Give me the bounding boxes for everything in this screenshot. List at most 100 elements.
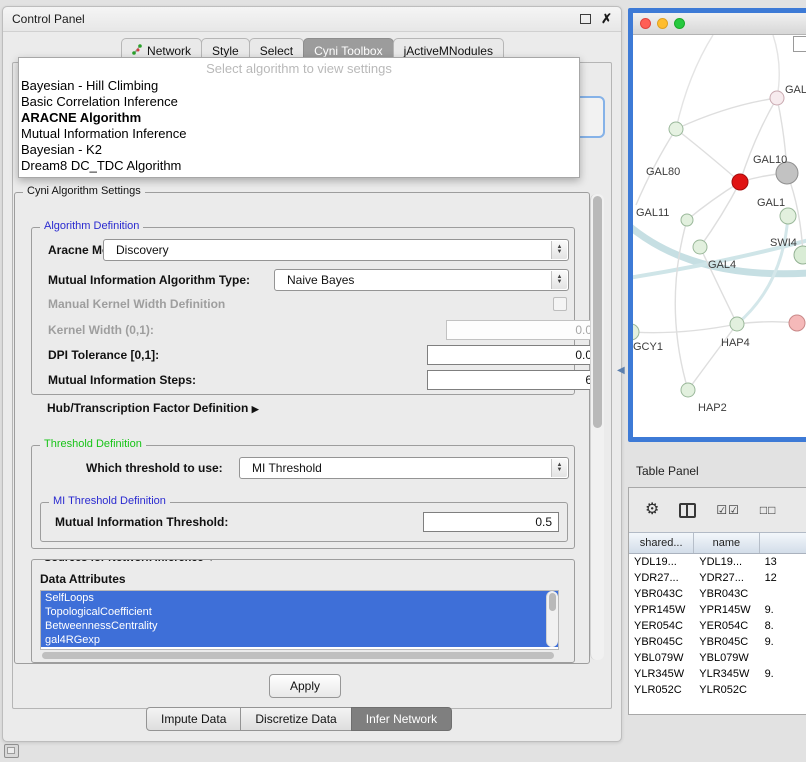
attribute-list-item[interactable]: SelfLoops [41, 591, 558, 605]
hub-definition-expander[interactable]: Hub/Transcription Factor Definition ▶ [47, 401, 259, 415]
attribute-list-item[interactable]: BetweennessCentrality [41, 619, 558, 633]
network-edge[interactable] [633, 324, 737, 333]
table-row[interactable]: YPR145WYPR145W9. [629, 602, 806, 618]
close-icon[interactable]: ✗ [601, 13, 612, 25]
combobox-stepper-icon: ▲▼ [551, 241, 567, 259]
network-node[interactable] [789, 315, 805, 331]
select-all-checks-icon[interactable]: ☑☑ [716, 503, 740, 517]
expand-triangle-icon: ▶ [252, 404, 259, 414]
settings-vertical-scrollbar[interactable] [590, 194, 604, 660]
table-row[interactable]: YBL079WYBL079W [629, 650, 806, 666]
table-body: YDL19...YDL19...13YDR27...YDR27...12YBR0… [629, 554, 806, 715]
table-column-header[interactable]: name [694, 533, 759, 553]
network-edge[interactable] [676, 129, 740, 182]
columns-icon[interactable] [679, 503, 696, 518]
minimize-traffic-icon[interactable] [657, 18, 668, 29]
network-node-label: HAP2 [698, 402, 727, 414]
deselect-all-boxes-icon[interactable]: □□ [760, 503, 777, 517]
algorithm-option[interactable]: Mutual Information Inference [19, 126, 579, 142]
mi-type-combobox[interactable]: Naive Bayes ▲▼ [274, 269, 569, 291]
mi-steps-field[interactable] [427, 370, 599, 390]
dpi-tolerance-label: DPI Tolerance [0,1]: [48, 348, 159, 362]
attributes-scrollbar-thumb[interactable] [549, 593, 556, 611]
table-cell: 9. [760, 634, 806, 650]
table-row[interactable]: YLR345WYLR345W9. [629, 666, 806, 682]
network-edge[interactable] [676, 35, 713, 129]
threshold-definition-legend: Threshold Definition [40, 438, 146, 450]
network-node[interactable] [693, 240, 707, 254]
network-edge[interactable] [740, 98, 777, 182]
table-row[interactable]: YLR052CYLR052C [629, 682, 806, 698]
network-node-label: SWI4 [770, 237, 797, 249]
sources-group: Sources for Network Inference ▼ Data Att… [31, 559, 575, 663]
table-cell: YER054C [629, 618, 694, 634]
network-edge[interactable] [773, 35, 779, 98]
network-node-label: GAL11 [636, 207, 669, 219]
window-restore-icon[interactable] [4, 744, 19, 758]
algorithm-option[interactable]: Bayesian - K2 [19, 142, 579, 158]
network-node[interactable] [780, 208, 796, 224]
table-cell: YDL19... [694, 554, 759, 570]
table-cell: YBR045C [694, 634, 759, 650]
table-row[interactable]: YBR045CYBR045C9. [629, 634, 806, 650]
network-node[interactable] [681, 383, 695, 397]
splitter-collapse-icon[interactable]: ◀ [617, 365, 625, 376]
network-edge[interactable] [675, 220, 688, 390]
table-column-header[interactable]: shared... [629, 533, 694, 553]
zoom-traffic-icon[interactable] [674, 18, 685, 29]
settings-scrollbar-thumb[interactable] [593, 196, 602, 428]
network-edge[interactable] [688, 324, 737, 390]
close-traffic-icon[interactable] [640, 18, 651, 29]
bottom-tab-infer-network[interactable]: Infer Network [351, 707, 452, 731]
table-cell: YBL079W [694, 650, 759, 666]
network-edge[interactable] [676, 98, 777, 129]
table-cell: 12 [760, 570, 806, 586]
aracne-mode-value: Discovery [116, 243, 169, 257]
mi-threshold-field[interactable] [423, 512, 559, 532]
table-row[interactable]: YDL19...YDL19...13 [629, 554, 806, 570]
collapse-triangle-icon: ▼ [207, 559, 216, 563]
attributes-vertical-scrollbar[interactable] [546, 591, 558, 647]
network-node[interactable] [633, 324, 639, 340]
float-window-icon[interactable] [580, 14, 591, 24]
network-view-window: GAL80GAL10GAL1GAL11SWI4GAL4GCY1HAP4HAP2G… [628, 8, 806, 442]
table-row[interactable]: YER054CYER054C8. [629, 618, 806, 634]
algorithm-option[interactable]: ARACNE Algorithm [19, 110, 579, 126]
mi-threshold-group: MI Threshold Definition Mutual Informati… [40, 502, 568, 542]
network-node[interactable] [681, 214, 693, 226]
kernel-width-field[interactable] [446, 320, 599, 340]
network-node[interactable] [732, 174, 748, 190]
algorithm-option[interactable]: Bayesian - Hill Climbing [19, 78, 579, 94]
table-panel-window: ⚙ ☑☑ □□ shared...name YDL19...YDL19...13… [628, 487, 806, 715]
bottom-tab-discretize-data[interactable]: Discretize Data [240, 707, 351, 731]
table-cell: 8. [760, 618, 806, 634]
attribute-list-item[interactable]: gal4RGexp [41, 633, 558, 647]
network-node[interactable] [770, 91, 784, 105]
gear-icon[interactable]: ⚙ [645, 502, 659, 518]
table-column-header[interactable] [760, 533, 806, 553]
network-canvas[interactable]: GAL80GAL10GAL1GAL11SWI4GAL4GCY1HAP4HAP2G… [633, 35, 806, 438]
manual-kernel-checkbox[interactable] [553, 297, 567, 311]
which-threshold-combobox[interactable]: MI Threshold ▲▼ [239, 457, 569, 479]
attribute-list-item[interactable]: TopologicalCoefficient [41, 605, 558, 619]
cyni-algorithm-settings-group: Cyni Algorithm Settings Algorithm Defini… [14, 192, 590, 664]
dpi-tolerance-field[interactable] [427, 345, 599, 365]
cyni-settings-legend: Cyni Algorithm Settings [23, 185, 145, 197]
network-node[interactable] [669, 122, 683, 136]
algorithm-option[interactable]: Basic Correlation Inference [19, 94, 579, 110]
table-cell: YDR27... [629, 570, 694, 586]
network-edge[interactable] [700, 182, 740, 247]
aracne-mode-combobox[interactable]: Discovery ▲▼ [103, 239, 569, 261]
bottom-tab-impute-data[interactable]: Impute Data [146, 707, 241, 731]
network-node-label: GAL1 [757, 197, 785, 209]
network-node[interactable] [730, 317, 744, 331]
network-edge[interactable] [737, 322, 797, 324]
sources-legend[interactable]: Sources for Network Inference ▼ [40, 559, 220, 564]
network-edge[interactable] [687, 182, 740, 220]
attributes-horizontal-scrollbar[interactable] [42, 652, 554, 659]
apply-button[interactable]: Apply [269, 674, 341, 698]
table-row[interactable]: YDR27...YDR27...12 [629, 570, 806, 586]
algorithm-option[interactable]: Dream8 DC_TDC Algorithm [19, 158, 579, 174]
table-row[interactable]: YBR043CYBR043C [629, 586, 806, 602]
network-node-label: GAL80 [646, 166, 680, 178]
